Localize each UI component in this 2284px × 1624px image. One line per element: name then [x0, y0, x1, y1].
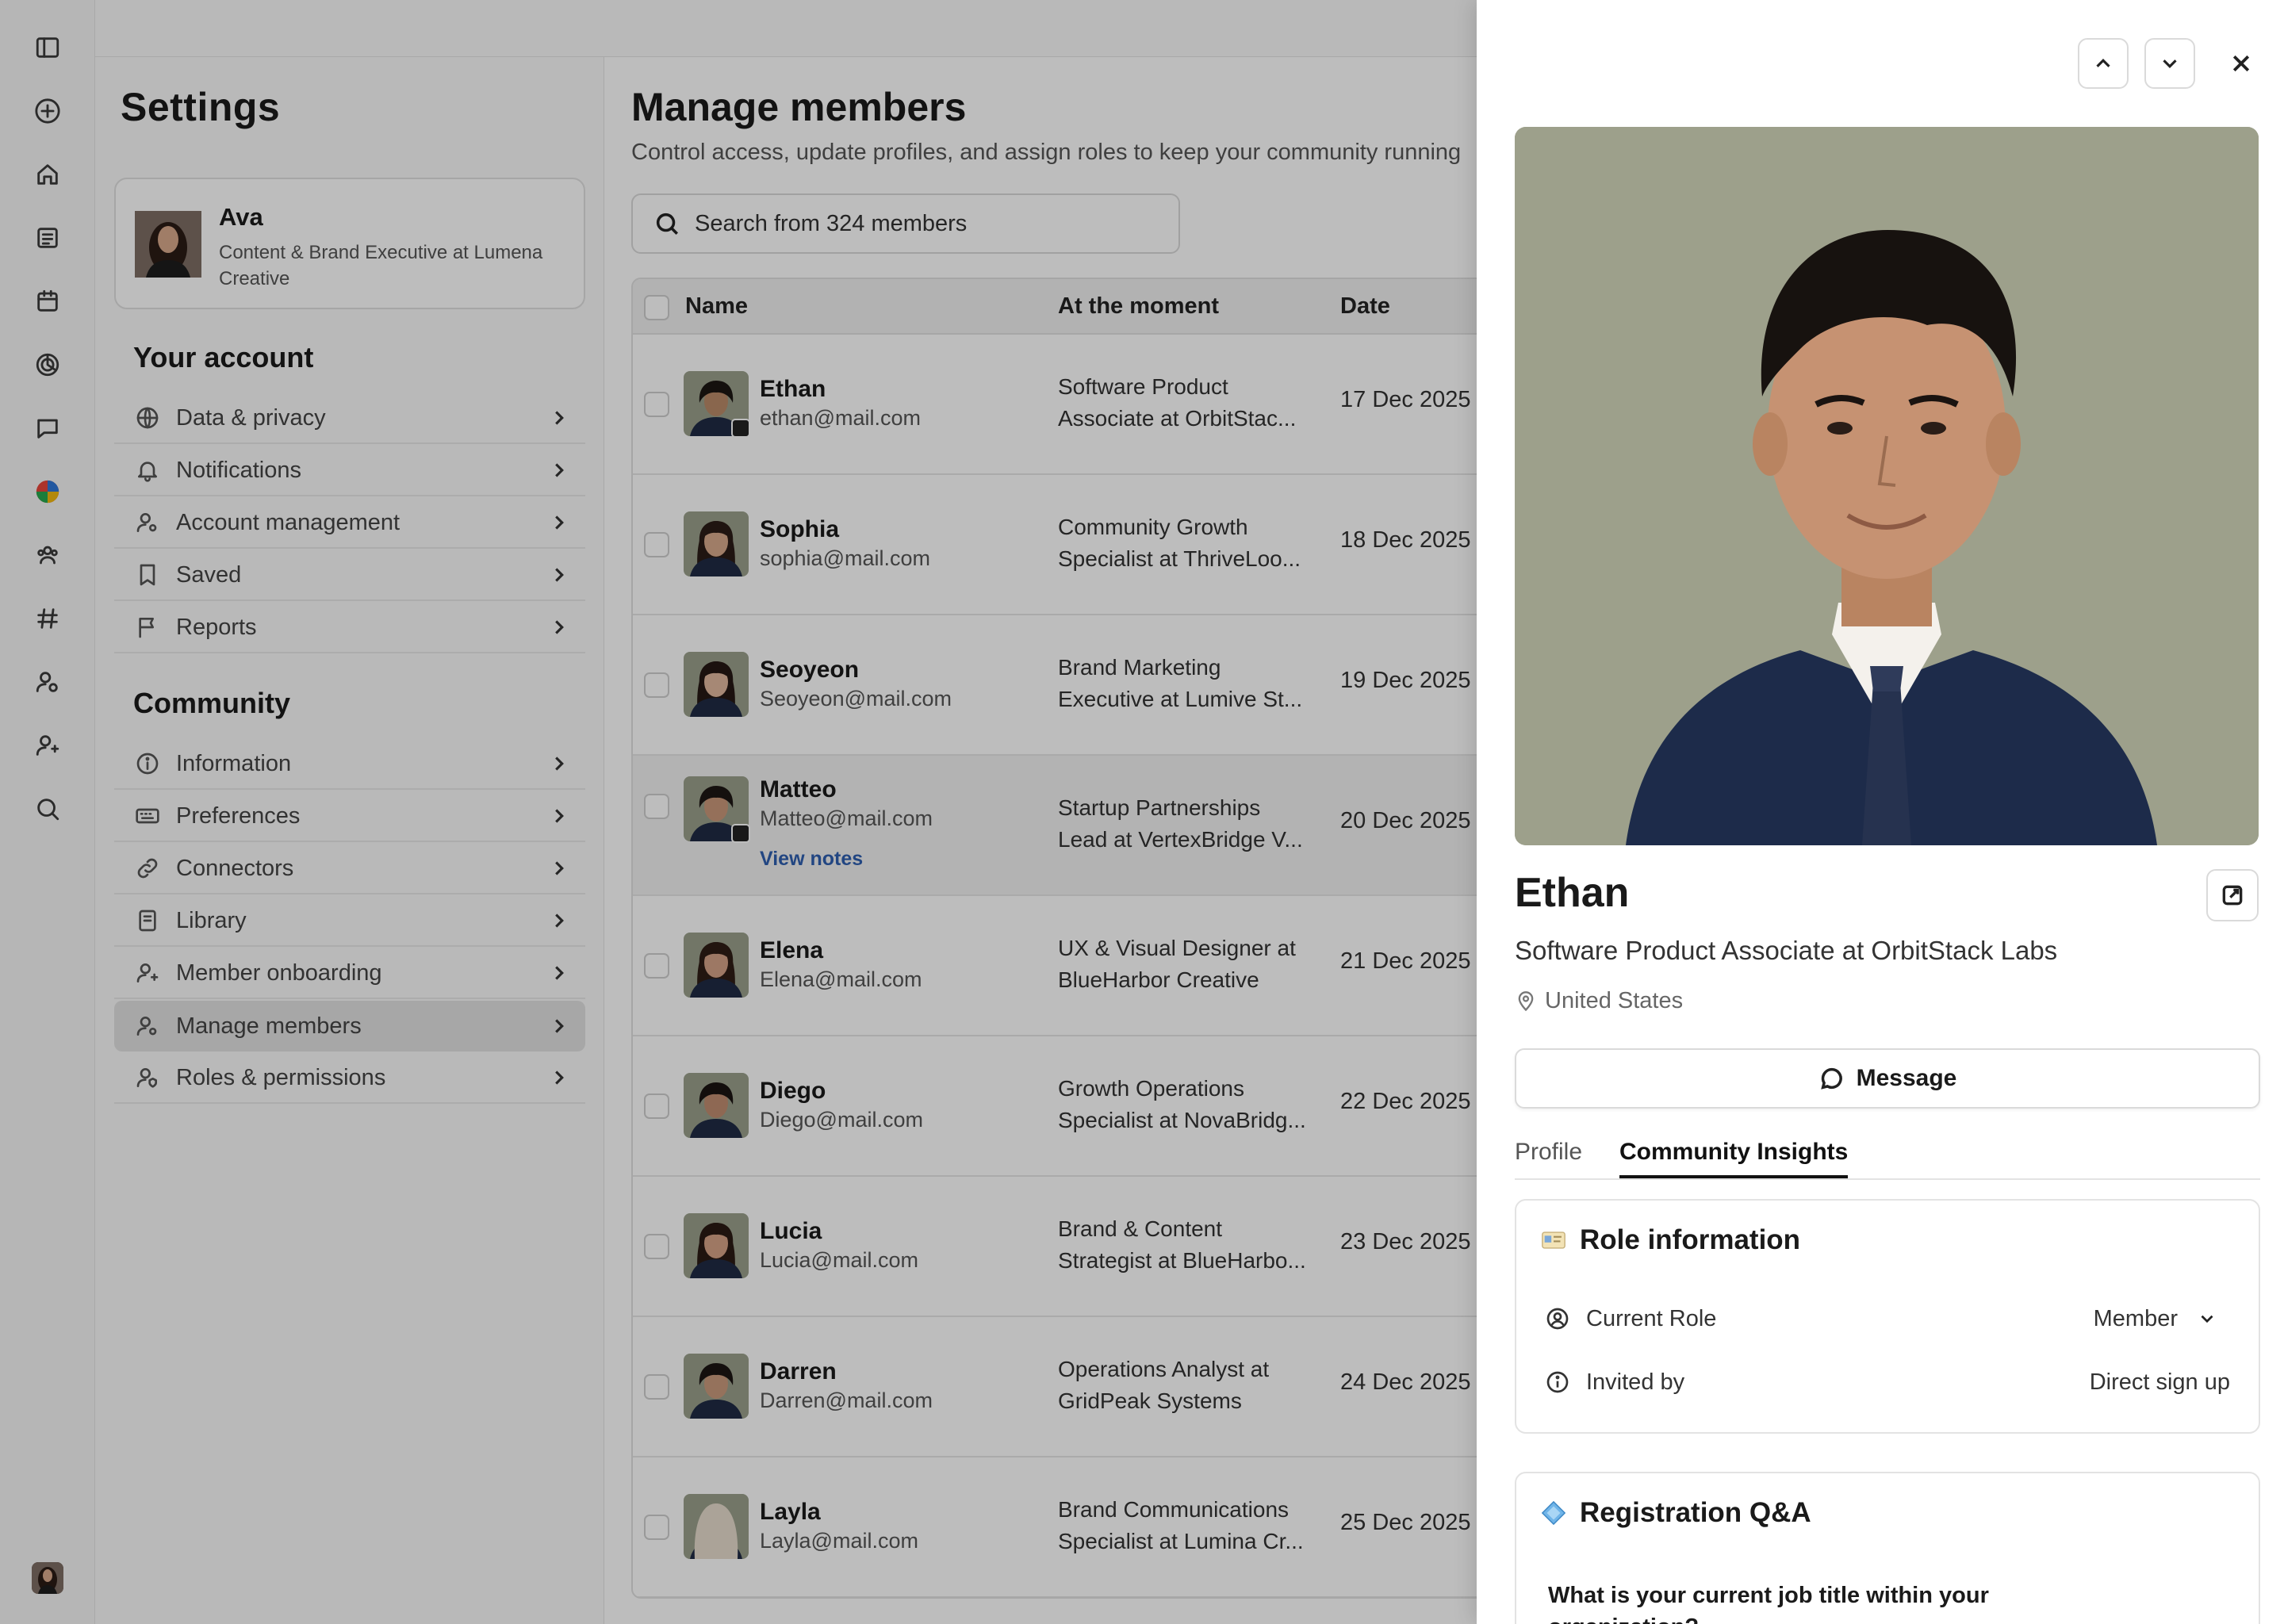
tab-community-insights[interactable]: Community Insights: [1619, 1139, 1849, 1178]
modal-scrim[interactable]: [0, 0, 1477, 1624]
info-icon: [1546, 1371, 1569, 1393]
current-role-row: Current Role Member: [1545, 1299, 2230, 1339]
role-information-card: Role information Current Role Member Inv…: [1515, 1199, 2260, 1434]
chevron-up-icon: [2096, 59, 2110, 67]
current-role-label: Current Role: [1586, 1305, 1717, 1331]
member-detail-drawer: Ethan Software Product Associate at Orbi…: [1477, 0, 2284, 1624]
member-location: United States: [1515, 988, 1683, 1014]
role-card-title: Role information: [1540, 1224, 1800, 1256]
user-circle-icon: [1546, 1308, 1569, 1330]
current-role-value: Member: [2093, 1305, 2178, 1331]
message-label: Message: [1856, 1065, 1957, 1091]
member-title: Software Product Associate at OrbitStack…: [1515, 936, 2058, 965]
member-name: Ethan: [1515, 870, 1630, 916]
role-card-heading: Role information: [1580, 1224, 1801, 1255]
chevron-down-icon: [2201, 1315, 2213, 1323]
qa-question: What is your current job title within yo…: [1548, 1583, 1989, 1624]
qa-card-heading: Registration Q&A: [1580, 1497, 1811, 1528]
invited-by-value: Direct sign up: [2089, 1369, 2230, 1395]
invited-by-value-wrap: Direct sign up: [2090, 1369, 2230, 1396]
open-profile-button[interactable]: [2206, 869, 2259, 921]
close-icon: [2232, 55, 2250, 72]
diamond-icon: [1541, 1500, 1566, 1526]
chat-bubble-icon: [1820, 1067, 1842, 1090]
next-member-button[interactable]: [2144, 38, 2195, 89]
id-card-icon: [1542, 1231, 1565, 1249]
location-pin-icon: [1518, 990, 1534, 1011]
external-link-icon: [2222, 885, 2243, 906]
close-drawer-button[interactable]: [2222, 44, 2260, 82]
location-text: United States: [1545, 988, 1684, 1013]
drawer-tabs: Profile Community Insights: [1515, 1134, 2260, 1180]
role-select[interactable]: Member: [2094, 1306, 2230, 1332]
chevron-down-icon: [2163, 59, 2177, 68]
previous-member-button[interactable]: [2078, 38, 2129, 89]
qa-card-title: Registration Q&A: [1540, 1497, 1811, 1529]
tab-profile[interactable]: Profile: [1515, 1139, 1582, 1175]
member-photo: [1515, 127, 2259, 845]
invited-by-label: Invited by: [1586, 1369, 1685, 1395]
message-button[interactable]: Message: [1515, 1048, 2260, 1109]
invited-by-row: Invited by Direct sign up: [1545, 1362, 2230, 1402]
registration-qa-card: Registration Q&A What is your current jo…: [1515, 1472, 2260, 1624]
